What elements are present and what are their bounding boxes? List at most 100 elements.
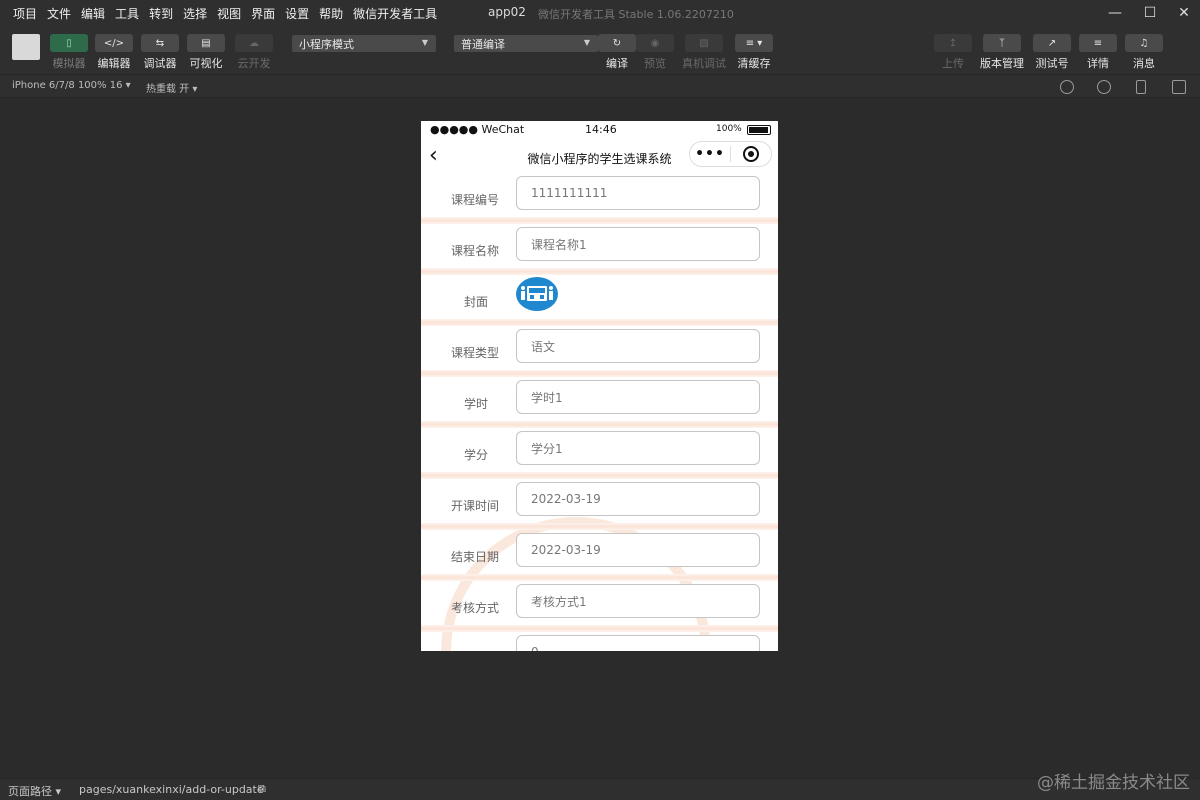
rotate-icon[interactable] — [1060, 80, 1074, 94]
app-title: app02 — [488, 5, 526, 19]
menu-tools[interactable]: 工具 — [110, 5, 144, 22]
end-date-picker[interactable]: 2022-03-19 — [516, 533, 760, 567]
details-button[interactable]: ≡ 详情 — [1075, 34, 1121, 71]
start-date-label: 开课时间 — [451, 499, 500, 513]
chevron-down-icon: ▼ — [583, 38, 590, 47]
course-id-input[interactable]: 1111111111 — [516, 176, 760, 210]
simulator-label: 模拟器 — [52, 57, 86, 70]
credits-input[interactable]: 学分1 — [516, 431, 760, 465]
menu-select[interactable]: 选择 — [178, 5, 212, 22]
minimize-icon[interactable]: — — [1102, 2, 1128, 24]
clear-cache-button[interactable]: ≡ ▾ 清缓存 — [731, 34, 777, 71]
record-icon[interactable] — [1097, 80, 1111, 94]
simulator-button[interactable]: ▯ 模拟器 — [46, 34, 92, 71]
course-type-label: 课程类型 — [451, 346, 500, 360]
editor-button[interactable]: </> 编辑器 — [91, 34, 137, 71]
phone-time: 14:46 — [585, 123, 617, 136]
bell-icon: ♫ — [1125, 34, 1163, 52]
more-dots-icon[interactable]: ••• — [690, 146, 730, 162]
messages-button[interactable]: ♫ 消息 — [1121, 34, 1167, 71]
signal-indicator: ●●●●● WeChat — [430, 123, 525, 136]
branch-icon: ᛉ — [983, 34, 1021, 52]
hot-reload-toggle[interactable]: 热重载 开 ▾ — [146, 80, 197, 95]
cover-image-graphic — [521, 279, 553, 309]
device-select[interactable]: iPhone 6/7/8 100% 16 ▾ — [12, 80, 131, 91]
test-account-label: 测试号 — [1035, 57, 1069, 70]
form-row-course-id: 课程编号 1111111111 — [421, 173, 778, 224]
mode-select[interactable]: 小程序模式 ▼ — [292, 35, 436, 52]
layers-icon: ≡ ▾ — [735, 34, 773, 52]
preview-label: 预览 — [644, 57, 666, 70]
upload-button[interactable]: ↥ 上传 — [930, 34, 976, 71]
hours-input[interactable]: 学时1 — [516, 380, 760, 414]
page-path-toggle[interactable]: 页面路径 ▾ — [8, 783, 61, 799]
menu-list: 项目 文件 编辑 工具 转到 选择 视图 界面 设置 帮助 微信开发者工具 — [0, 5, 442, 22]
menu-goto[interactable]: 转到 — [144, 5, 178, 22]
assessment-label: 考核方式 — [451, 601, 500, 615]
device-debug-label: 真机调试 — [682, 57, 726, 70]
maximize-icon[interactable]: ☐ — [1137, 2, 1163, 24]
form-row-end-date: 结束日期 2022-03-19 — [421, 530, 778, 581]
course-id-label: 课程编号 — [451, 193, 500, 207]
close-mini-program-icon[interactable] — [731, 146, 771, 162]
eye-icon: ◉ — [636, 34, 674, 52]
form-row-hours: 学时 学时1 — [421, 377, 778, 428]
debugger-button[interactable]: ⇆ 调试器 — [137, 34, 183, 71]
compile-label: 编译 — [606, 57, 628, 70]
battery-percent: 100% — [716, 124, 742, 134]
menu-devtools[interactable]: 微信开发者工具 — [348, 5, 442, 22]
menu-help[interactable]: 帮助 — [314, 5, 348, 22]
end-date-label: 结束日期 — [451, 550, 500, 564]
phone-simulator: ●●●●● WeChat 14:46 100% ‹ 微信小程序的学生选课系统 •… — [421, 121, 778, 651]
close-icon[interactable]: ✕ — [1171, 2, 1197, 24]
battery-icon — [747, 125, 771, 135]
device-frame-icon[interactable] — [1136, 80, 1146, 94]
cover-label: 封面 — [464, 295, 489, 309]
layout-icon: ▤ — [187, 34, 225, 52]
device-select-value: iPhone 6/7/8 100% 16 — [12, 80, 123, 91]
watermark-text: @稀土掘金技术社区 — [1037, 773, 1190, 793]
test-account-button[interactable]: ↗ 测试号 — [1029, 34, 1075, 71]
app-subtitle: 微信开发者工具 Stable 1.06.2207210 — [538, 8, 734, 21]
course-type-input[interactable]: 语文 — [516, 329, 760, 363]
course-name-input[interactable]: 课程名称1 — [516, 227, 760, 261]
version-button[interactable]: ᛉ 版本管理 — [979, 34, 1025, 71]
refresh-icon: ↻ — [598, 34, 636, 52]
visual-button[interactable]: ▤ 可视化 — [183, 34, 229, 71]
page-path-label: 页面路径 — [8, 785, 52, 798]
menu-edit[interactable]: 编辑 — [76, 5, 110, 22]
form-row-course-type: 课程类型 语文 — [421, 326, 778, 377]
menu-project[interactable]: 项目 — [8, 5, 42, 22]
upload-label: 上传 — [942, 57, 964, 70]
avatar[interactable] — [12, 34, 40, 60]
menu-settings[interactable]: 设置 — [280, 5, 314, 22]
detach-window-icon[interactable] — [1172, 80, 1186, 94]
headcount-input[interactable]: 0 — [516, 635, 760, 651]
code-icon: </> — [95, 34, 133, 52]
mode-select-value: 小程序模式 — [299, 37, 354, 51]
clear-cache-label: 清缓存 — [737, 57, 771, 70]
cloud-label: 云开发 — [237, 57, 271, 70]
cloud-button[interactable]: ☁ 云开发 — [231, 34, 277, 71]
cover-image[interactable]: 英语 — [516, 277, 558, 311]
preview-button[interactable]: ◉ 预览 — [632, 34, 678, 71]
course-name-label: 课程名称 — [451, 244, 500, 258]
device-debug-button[interactable]: ▧ 真机调试 — [681, 34, 727, 71]
hot-reload-value: 热重载 开 — [146, 84, 190, 95]
upload-icon: ↥ — [934, 34, 972, 52]
visual-label: 可视化 — [189, 57, 223, 70]
form-row-credits: 学分 学分1 — [421, 428, 778, 479]
phone-icon: ▯ — [50, 34, 88, 52]
debug-icon: ⇆ — [141, 34, 179, 52]
menu-file[interactable]: 文件 — [42, 5, 76, 22]
device-icon: ▧ — [685, 34, 723, 52]
capsule-menu: ••• — [689, 141, 772, 167]
messages-label: 消息 — [1133, 57, 1155, 70]
compile-select[interactable]: 普通编译 ▼ — [454, 35, 598, 52]
assessment-input[interactable]: 考核方式1 — [516, 584, 760, 618]
copy-icon[interactable]: ⧉ — [258, 782, 266, 796]
menu-icon: ≡ — [1079, 34, 1117, 52]
menu-view[interactable]: 视图 — [212, 5, 246, 22]
start-date-picker[interactable]: 2022-03-19 — [516, 482, 760, 516]
menu-interface[interactable]: 界面 — [246, 5, 280, 22]
